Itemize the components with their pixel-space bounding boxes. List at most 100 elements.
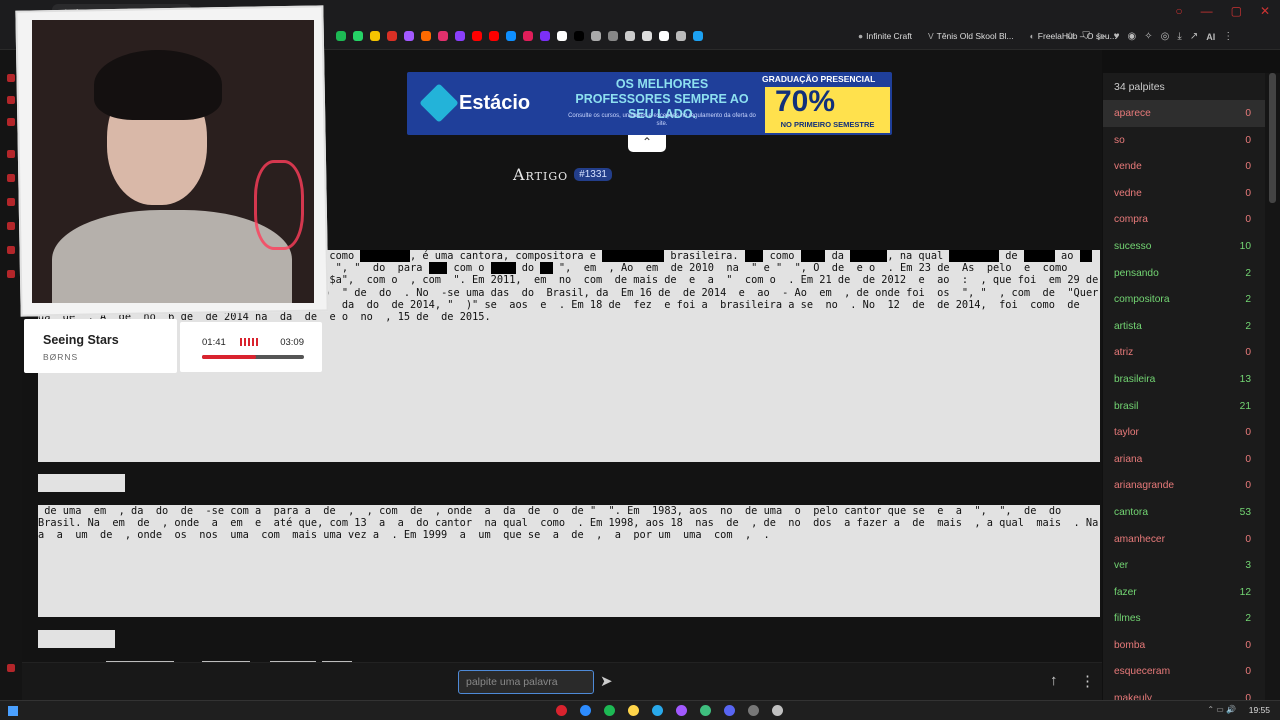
guess-row[interactable]: vende 0 xyxy=(1103,153,1265,180)
guess-row[interactable]: so 0 xyxy=(1103,127,1265,154)
close-icon[interactable]: ✕ xyxy=(1260,4,1270,18)
revealed-text: . No xyxy=(397,286,435,299)
guess-row[interactable]: vedne 0 xyxy=(1103,180,1265,207)
bookmark-favicon-icon[interactable] xyxy=(676,31,686,41)
bookmark-favicon-icon[interactable] xyxy=(625,31,635,41)
bookmark-favicon-icon[interactable] xyxy=(353,31,363,41)
rail-icon[interactable] xyxy=(7,96,15,104)
guess-row[interactable]: taylor 0 xyxy=(1103,419,1265,446)
bookmark-favicon-icon[interactable] xyxy=(540,31,550,41)
rail-icon[interactable] xyxy=(7,174,15,182)
bookmark-favicon-icon[interactable] xyxy=(659,31,669,41)
bookmark-favicon-icon[interactable] xyxy=(387,31,397,41)
arrow-up-icon[interactable]: ↑ xyxy=(1050,672,1058,689)
guess-row[interactable]: fazer 12 xyxy=(1103,579,1265,606)
share-icon[interactable]: ↗ xyxy=(1190,31,1198,42)
guess-row[interactable]: brasil 21 xyxy=(1103,393,1265,420)
system-tray[interactable]: ⌃ ▭ 🔊 xyxy=(1207,705,1236,714)
revealed-text: brasileira. xyxy=(664,250,745,262)
extension-icon[interactable]: ◉ xyxy=(1128,31,1137,42)
guess-row[interactable]: ver 3 xyxy=(1103,552,1265,579)
menu-icon[interactable]: ⋮ xyxy=(1223,31,1233,42)
rail-icon[interactable] xyxy=(7,246,15,254)
rail-icon[interactable] xyxy=(7,198,15,206)
guess-row[interactable]: cantora 53 xyxy=(1103,499,1265,526)
taskbar-app-icon[interactable] xyxy=(652,705,663,716)
bookmark-favicon-icon[interactable] xyxy=(489,31,499,41)
heart-icon[interactable]: ♥ xyxy=(1114,31,1120,42)
rail-icon[interactable] xyxy=(7,270,15,278)
bookmark-favicon-icon[interactable] xyxy=(642,31,652,41)
bookmark-tenis-old-skool[interactable]: V Tênis Old Skool Bl... xyxy=(928,31,1014,41)
shield-icon[interactable]: ⛉ xyxy=(1082,31,1090,42)
page-scrollbar[interactable] xyxy=(1265,73,1280,700)
taskbar-app-icon[interactable] xyxy=(676,705,687,716)
advertisement-banner[interactable]: Estácio OS MELHORES PROFESSORES SEMPRE A… xyxy=(407,72,892,135)
revealed-text: que se xyxy=(496,529,547,542)
bookmark-favicon-icon[interactable] xyxy=(523,31,533,41)
taskbar-app-icon[interactable] xyxy=(580,705,591,716)
windows-start-icon[interactable] xyxy=(8,706,18,716)
guess-row[interactable]: atriz 0 xyxy=(1103,339,1265,366)
rail-icon[interactable] xyxy=(7,150,15,158)
send-icon[interactable]: ➤ xyxy=(600,672,613,690)
taskbar-app-icon[interactable] xyxy=(748,705,759,716)
bookmark-favicon-icon[interactable] xyxy=(438,31,448,41)
guess-row[interactable]: pensando 2 xyxy=(1103,260,1265,287)
rail-icon[interactable] xyxy=(7,118,15,126)
taskbar-app-icon[interactable] xyxy=(700,705,711,716)
guess-row[interactable]: compositora 2 xyxy=(1103,286,1265,313)
bookmark-favicon-icon[interactable] xyxy=(574,31,584,41)
collapse-ad-button[interactable]: ⌃ xyxy=(628,135,666,152)
play-icon[interactable]: ▷ xyxy=(1098,31,1106,42)
ad-promo-percent: 70% xyxy=(775,85,836,118)
guess-row[interactable]: amanhecer 0 xyxy=(1103,526,1265,553)
ai-button[interactable]: AI xyxy=(1206,32,1215,42)
download-icon[interactable]: ⤓ xyxy=(1177,31,1181,42)
guess-input[interactable] xyxy=(458,670,594,694)
taskbar-app-icon[interactable] xyxy=(556,705,567,716)
taskbar-app-icon[interactable] xyxy=(628,705,639,716)
guess-word: vedne xyxy=(1114,187,1142,199)
bookmark-favicon-icon[interactable] xyxy=(608,31,618,41)
guess-row[interactable]: esqueceram 0 xyxy=(1103,658,1265,685)
bookmark-favicon-icon[interactable] xyxy=(557,31,567,41)
taskbar-app-icon[interactable] xyxy=(724,705,735,716)
puzzle-icon[interactable]: ✧ xyxy=(1144,31,1152,42)
rail-icon[interactable] xyxy=(7,664,15,672)
bookmark-favicon-icon[interactable] xyxy=(693,31,703,41)
hidden-word xyxy=(744,250,764,262)
guess-row[interactable]: brasileira 13 xyxy=(1103,366,1265,393)
guess-row[interactable]: sucesso 10 xyxy=(1103,233,1265,260)
guess-row[interactable]: compra 0 xyxy=(1103,206,1265,233)
taskbar-app-icon[interactable] xyxy=(604,705,615,716)
bookmark-favicon-icon[interactable] xyxy=(472,31,482,41)
guess-row[interactable]: arianagrande 0 xyxy=(1103,472,1265,499)
maximize-icon[interactable]: ▢ xyxy=(1231,4,1242,18)
guess-row[interactable]: filmes 2 xyxy=(1103,605,1265,632)
revealed-text: em xyxy=(577,262,603,275)
more-options-icon[interactable]: ⋮ xyxy=(1080,672,1095,690)
guess-row[interactable]: bomba 0 xyxy=(1103,632,1265,659)
minimize-icon[interactable]: — xyxy=(1201,4,1213,18)
taskbar-app-icon[interactable] xyxy=(772,705,783,716)
scrollbar-thumb[interactable] xyxy=(1269,73,1276,203)
bookmark-favicon-icon[interactable] xyxy=(455,31,465,41)
bookmark-infinite-craft[interactable]: ● Infinite Craft xyxy=(858,31,912,41)
revealed-text: . xyxy=(757,529,776,542)
guess-row[interactable]: aparece 0 xyxy=(1103,100,1265,127)
bookmark-favicon-icon[interactable] xyxy=(421,31,431,41)
rail-icon[interactable] xyxy=(7,222,15,230)
rail-icon[interactable] xyxy=(7,74,15,82)
bookmark-favicon-icon[interactable] xyxy=(404,31,414,41)
bookmark-favicon-icon[interactable] xyxy=(336,31,346,41)
bookmark-favicon-icon[interactable] xyxy=(506,31,516,41)
search-icon[interactable]: ○ xyxy=(1175,4,1182,18)
instagram-icon[interactable]: ◎ xyxy=(1161,31,1170,42)
bookmark-favicon-icon[interactable] xyxy=(370,31,380,41)
bookmark-favicon-icon[interactable] xyxy=(591,31,601,41)
guess-row[interactable]: makeuly 0 xyxy=(1103,685,1265,700)
guess-row[interactable]: artista 2 xyxy=(1103,313,1265,340)
bookmark-star-icon[interactable]: ✩ xyxy=(1066,31,1074,42)
guess-row[interactable]: ariana 0 xyxy=(1103,446,1265,473)
